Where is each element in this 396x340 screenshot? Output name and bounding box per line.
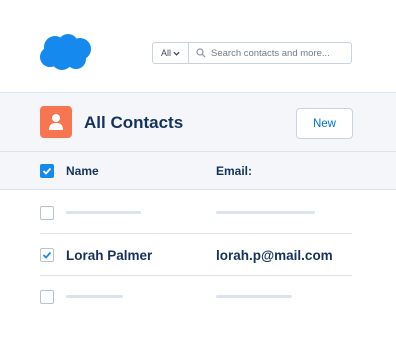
row-email-placeholder	[216, 211, 315, 214]
table-column-header	[0, 152, 396, 190]
column-header-email[interactable]: Email:	[216, 164, 252, 178]
page-title: All Contacts	[84, 113, 184, 132]
row-name-placeholder	[66, 295, 123, 298]
search-input[interactable]	[211, 47, 351, 59]
new-button[interactable]: New	[296, 108, 353, 139]
contact-person-icon	[49, 114, 63, 130]
select-all-checkbox[interactable]	[40, 164, 54, 178]
search-scope-label: All	[160, 48, 171, 58]
row-divider	[40, 233, 352, 234]
row-email-placeholder	[216, 295, 292, 298]
salesforce-cloud-logo-icon[interactable]	[38, 33, 94, 71]
contacts-object-icon	[40, 106, 72, 138]
search-icon	[196, 48, 206, 58]
contact-email-link[interactable]: lorah.p@mail.com	[216, 248, 333, 263]
row-divider	[40, 275, 352, 276]
row-checkbox[interactable]	[40, 248, 54, 262]
checkmark-icon	[42, 251, 52, 259]
row-name-placeholder	[66, 211, 141, 214]
contact-name-link[interactable]: Lorah Palmer	[66, 248, 152, 263]
chevron-down-icon	[173, 51, 180, 56]
column-header-name[interactable]: Name	[66, 164, 99, 178]
checkmark-icon	[42, 167, 52, 175]
global-search: All	[152, 42, 352, 64]
row-checkbox[interactable]	[40, 290, 54, 304]
search-scope-dropdown[interactable]: All	[153, 43, 189, 63]
row-checkbox[interactable]	[40, 206, 54, 220]
